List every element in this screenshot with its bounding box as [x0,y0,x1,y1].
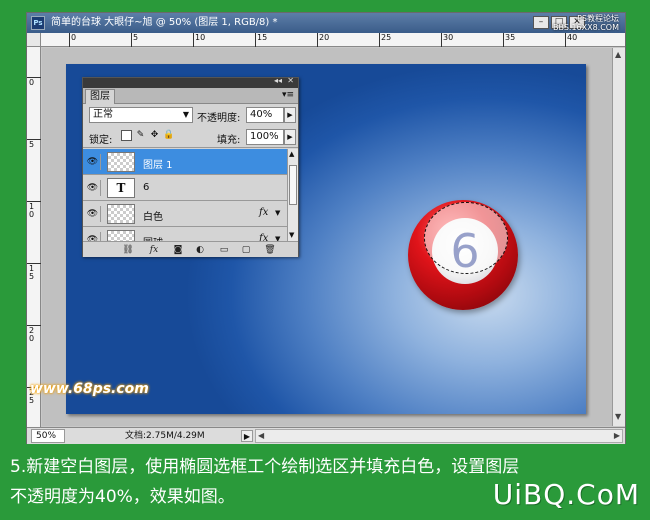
layer-thumbnail [107,152,135,172]
vertical-ruler[interactable]: 0 5 1 0 1 5 2 0 2 5 [27,47,41,427]
watermark-line-2: BBS.16XX8.COM [552,23,619,32]
lock-transparency-icon[interactable] [121,130,132,141]
layer-row[interactable]: 👁 白色 fx ▼ [83,201,287,227]
lock-row: 锁定: ✎ ✥ 🔒 填充: 100% ▶ [83,126,298,148]
brand-watermark: UiBQ.CoM [492,478,640,511]
layer-thumbnail [107,230,135,241]
eye-icon[interactable]: 👁 [85,154,101,170]
status-bar: 50% 文档:2.75M/4.29M ▶ ◀ ▶ [27,427,625,444]
fx-badge-icon[interactable]: fx [259,233,268,241]
scroll-right-icon[interactable]: ▶ [614,430,620,442]
scroll-up-icon[interactable]: ▲ [289,150,294,158]
layers-panel: ◂◂ ✕ 图层 ▾≡ 正常 ▼ 不透明度: 40% ▶ 锁定: ✎ ✥ 🔒 填充… [82,76,299,257]
photoshop-app-icon: Ps [31,16,45,30]
ruler-tick: 1 5 [29,264,35,281]
chevron-down-icon: ▼ [182,110,189,119]
zoom-field[interactable]: 50% [31,429,65,443]
opacity-input[interactable]: 40% [246,107,284,123]
group-icon[interactable]: ▭ [217,244,231,256]
ruler-tick: 15 [257,33,268,42]
expand-effects-icon[interactable]: ▼ [275,209,280,217]
trash-icon[interactable]: 🗑 [263,244,277,256]
ruler-tick: 2 0 [29,326,35,343]
blend-mode-select[interactable]: 正常 ▼ [89,107,193,123]
ruler-tick: 20 [319,33,330,42]
ruler-tick: 0 [71,33,77,42]
watermark-line-1: PS教程论坛 [577,14,619,23]
link-icon[interactable]: ⛓ [121,244,135,256]
scroll-down-icon[interactable]: ▼ [615,412,621,421]
status-menu-button[interactable]: ▶ [241,430,253,442]
scroll-left-icon[interactable]: ◀ [258,430,264,442]
layers-scrollbar[interactable]: ▲ ▼ [287,149,298,241]
ruler-tick: 10 [195,33,206,42]
document-info: 文档:2.75M/4.29M [125,431,205,441]
eye-icon[interactable]: 👁 [85,206,101,222]
scroll-up-icon[interactable]: ▲ [615,50,621,59]
close-panel-icon[interactable]: ✕ [287,76,294,85]
opacity-label: 不透明度: [197,113,241,124]
document-title: 简单的台球 大眼仔~旭 @ 50% (图层 1, RGB/8) * [51,17,278,28]
blend-row: 正常 ▼ 不透明度: 40% ▶ [83,104,298,126]
panel-tabbar: 图层 ▾≡ [83,88,298,104]
fx-badge-icon[interactable]: fx [259,207,268,218]
layer-name: 圆球 [143,234,163,241]
fill-label: 填充: [217,135,241,146]
elliptical-selection[interactable] [424,202,508,274]
ruler-tick: 40 [567,33,578,42]
lock-label: 锁定: [89,135,113,146]
tab-layers[interactable]: 图层 [85,89,115,104]
panel-header[interactable]: ◂◂ ✕ [83,76,298,88]
ruler-tick: 5 [133,33,139,42]
layer-row[interactable]: 👁 T 6 [83,175,287,201]
ruler-tick: 5 [29,140,35,149]
scroll-thumb[interactable] [289,165,297,205]
panel-footer: ⛓ fx ◙ ◐ ▭ ▢ 🗑 [83,241,298,257]
minimize-icon[interactable]: – [533,16,549,29]
layers-list: 👁 图层 1 👁 T 6 👁 白色 fx ▼ 👁 圆球 fx ▼ [83,149,287,241]
billiard-ball: 6 [408,200,518,310]
scroll-down-icon[interactable]: ▼ [289,231,294,239]
forum-watermark: PS教程论坛 BBS.16XX8.COM [553,14,619,32]
ruler-tick: 30 [443,33,454,42]
ruler-origin[interactable] [27,33,41,47]
ruler-tick: 0 [29,78,35,87]
horizontal-scrollbar[interactable]: ◀ ▶ [255,429,623,443]
new-layer-icon[interactable]: ▢ [239,244,253,256]
panel-menu-icon[interactable]: ▾≡ [282,90,294,100]
layer-row[interactable]: 👁 圆球 fx ▼ [83,227,287,241]
fill-slider-button[interactable]: ▶ [284,129,296,145]
lock-brush-icon[interactable]: ✎ [135,130,146,141]
vertical-scrollbar[interactable]: ▲ ▼ [612,48,625,426]
opacity-slider-button[interactable]: ▶ [284,107,296,123]
document-titlebar[interactable]: Ps 简单的台球 大眼仔~旭 @ 50% (图层 1, RGB/8) * – □… [27,13,625,33]
text-layer-thumbnail: T [107,178,135,198]
adjustment-icon[interactable]: ◐ [193,244,207,256]
blend-mode-value: 正常 [93,109,113,120]
collapse-icon[interactable]: ◂◂ [274,76,282,85]
layer-thumbnail [107,204,135,224]
lock-move-icon[interactable]: ✥ [149,130,160,141]
eye-icon[interactable]: 👁 [85,232,101,241]
lock-all-icon[interactable]: 🔒 [163,130,174,141]
layer-name: 白色 [143,212,163,223]
ruler-tick: 1 0 [29,202,35,219]
horizontal-ruler[interactable]: 0 5 10 15 20 25 30 35 40 [41,33,625,47]
layer-name: 图层 1 [143,160,173,171]
fx-icon[interactable]: fx [147,244,161,256]
layer-row[interactable]: 👁 图层 1 [83,149,287,175]
fill-input[interactable]: 100% [246,129,284,145]
eye-icon[interactable]: 👁 [85,180,101,196]
ruler-tick: 35 [505,33,516,42]
ruler-tick: 25 [381,33,392,42]
site-watermark: www.68ps.com [30,381,149,397]
mask-icon[interactable]: ◙ [171,244,185,256]
layer-name: 6 [143,182,150,193]
